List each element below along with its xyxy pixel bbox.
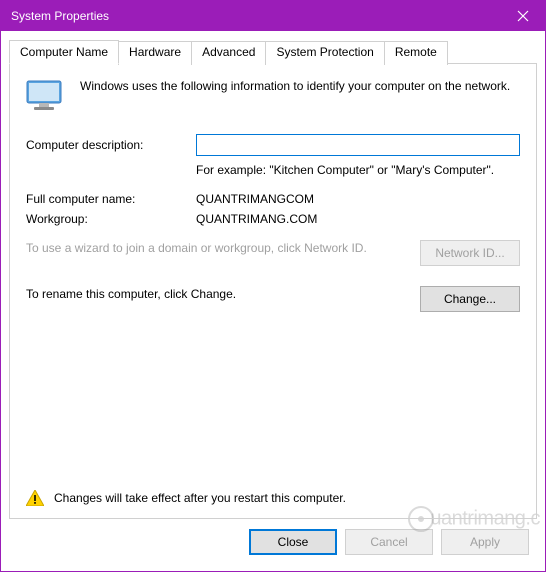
workgroup-value: QUANTRIMANG.COM [196,212,520,226]
computer-icon [26,78,68,116]
tab-computer-name[interactable]: Computer Name [9,40,119,64]
tab-hardware[interactable]: Hardware [118,41,192,65]
tabs-row: Computer Name Hardware Advanced System P… [9,39,537,63]
description-input[interactable] [196,134,520,156]
apply-button: Apply [441,529,529,555]
tab-panel: Windows uses the following information t… [9,63,537,519]
close-icon[interactable] [500,1,545,31]
change-text: To rename this computer, click Change. [26,286,410,302]
warning-text: Changes will take effect after you resta… [54,491,346,505]
description-example: For example: "Kitchen Computer" or "Mary… [196,162,496,178]
network-id-button: Network ID... [420,240,520,266]
cancel-button: Cancel [345,529,433,555]
tab-remote[interactable]: Remote [384,41,448,65]
network-id-text: To use a wizard to join a domain or work… [26,240,410,256]
tab-system-protection[interactable]: System Protection [265,41,384,65]
change-button[interactable]: Change... [420,286,520,312]
footer-buttons: Close Cancel Apply [9,519,537,563]
full-name-label: Full computer name: [26,192,196,206]
intro-text: Windows uses the following information t… [80,78,510,116]
tab-advanced[interactable]: Advanced [191,41,266,65]
titlebar: System Properties [1,1,545,31]
full-name-value: QUANTRIMANGCOM [196,192,520,206]
close-button[interactable]: Close [249,529,337,555]
warning-icon [26,490,44,506]
description-label: Computer description: [26,138,196,152]
window-title: System Properties [11,9,500,23]
workgroup-label: Workgroup: [26,212,196,226]
